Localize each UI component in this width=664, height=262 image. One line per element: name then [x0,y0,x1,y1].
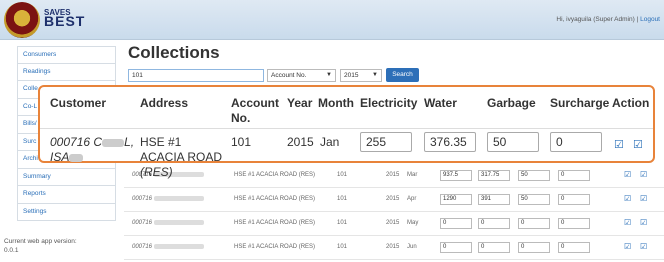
zoom-customer-cell: 000716 C L, ISA [50,135,135,164]
version-label: Current web app version: [4,238,77,245]
sidebar-item-settings[interactable]: Settings [17,203,116,221]
zoom-year-cell: 2015 [287,135,314,149]
filter-year-value: 2015 [344,72,359,79]
account-cell: 101 [337,172,348,178]
app-version: Current web app version: 0.0.1 [4,237,114,255]
logout-link[interactable]: Logout [640,16,660,23]
edit-check-icon[interactable]: ☑ [624,194,631,203]
brand-bottom: BEST [44,13,86,29]
edit-check-icon[interactable]: ☑ [614,138,624,151]
surcharge-input[interactable]: 0 [558,242,590,253]
year-cell: 2015 [386,244,400,250]
edit-check-icon[interactable]: ☑ [624,218,631,227]
garbage-input[interactable]: 50 [518,170,550,181]
customer-cell: 000716 [132,196,205,202]
save-check-icon[interactable]: ☑ [640,194,647,203]
table-row: 000716 HSE #1 ACACIA ROAD (RES) 101 2015… [124,236,664,260]
col-header-electricity: Electricity [360,96,418,110]
dropdown-caret-icon: ▼ [326,72,332,78]
version-number: 0.0.1 [4,247,19,254]
electricity-input[interactable]: 0 [440,218,472,229]
save-check-icon[interactable]: ☑ [640,218,647,227]
filter-field-select[interactable]: Account No. ▼ [267,69,336,82]
zoom-month-cell: Jan [320,135,340,149]
electricity-input[interactable]: 0 [440,242,472,253]
zoom-address-cell: HSE #1 ACACIA ROAD (RES) [140,135,223,179]
col-header-month: Month [318,96,354,110]
zoomed-table-callout: Customer Address Account No. Year Month … [38,85,655,179]
address-cell: HSE #1 ACACIA ROAD (RES) [234,244,316,250]
save-check-icon[interactable]: ☑ [640,170,647,179]
garbage-input[interactable]: 0 [518,242,550,253]
divider [40,128,653,129]
col-header-water: Water [424,96,457,110]
logo-seal-icon[interactable] [4,2,40,38]
col-header-action: Action [612,96,650,110]
zoom-electricity-input[interactable]: 255 [360,132,412,152]
search-input[interactable]: 101 [128,69,264,82]
account-cell: 101 [337,220,348,226]
greeting-text: Hi, ivyaguila (Super Admin) [556,16,635,23]
water-input[interactable]: 0 [478,218,510,229]
redacted-name [102,138,125,147]
customer-cell: 000716 [132,244,205,250]
year-cell: 2015 [386,196,400,202]
water-input[interactable]: 391 [478,194,510,205]
account-cell: 101 [337,196,348,202]
address-cell: HSE #1 ACACIA ROAD (RES) [234,220,316,226]
redacted-name [69,153,84,162]
user-greeting: Hi, ivyaguila (Super Admin) | Logout [556,16,660,23]
col-header-account: Account No. [231,96,279,125]
garbage-input[interactable]: 0 [518,218,550,229]
zoom-surcharge-input[interactable]: 0 [550,132,602,152]
sidebar-item-readings[interactable]: Readings [17,63,116,81]
top-bar: SAVES BEST Hi, ivyaguila (Super Admin) |… [0,0,664,40]
year-cell: 2015 [386,172,400,178]
table-row: 000716 HSE #1 ACACIA ROAD (RES) 101 2015… [124,188,664,212]
dropdown-caret-icon: ▼ [372,72,378,78]
col-header-surcharge: Surcharge [550,96,610,110]
table-row: 000716 HSE #1 ACACIA ROAD (RES) 101 2015… [124,212,664,236]
zoom-garbage-input[interactable]: 50 [487,132,539,152]
water-input[interactable]: 317.75 [478,170,510,181]
edit-check-icon[interactable]: ☑ [624,242,631,251]
address-cell: HSE #1 ACACIA ROAD (RES) [234,172,316,178]
search-button[interactable]: Search [386,68,419,82]
customer-cell: 000716 [132,220,205,226]
col-header-customer: Customer [50,96,107,110]
sidebar-item-summary[interactable]: Summary [17,168,116,186]
save-check-icon[interactable]: ☑ [633,138,643,151]
electricity-input[interactable]: 1290 [440,194,472,205]
greeting-separator: | [636,16,639,23]
sidebar-item-reports[interactable]: Reports [17,186,116,204]
zoom-account-cell: 101 [231,135,252,149]
filter-field-value: Account No. [271,72,307,79]
save-check-icon[interactable]: ☑ [640,242,647,251]
surcharge-input[interactable]: 0 [558,170,590,181]
col-header-garbage: Garbage [487,96,536,110]
col-header-year: Year [287,96,313,110]
zoom-water-input[interactable]: 376.35 [424,132,476,152]
brand-logo: SAVES BEST [44,8,86,29]
garbage-input[interactable]: 50 [518,194,550,205]
filter-year-select[interactable]: 2015 ▼ [340,69,382,82]
sidebar-item-consumers[interactable]: Consumers [17,46,116,64]
surcharge-input[interactable]: 0 [558,194,590,205]
month-cell: Mar [407,172,418,178]
address-cell: HSE #1 ACACIA ROAD (RES) [234,196,316,202]
account-cell: 101 [337,244,348,250]
page-title: Collections [128,43,220,62]
col-header-address: Address [140,96,189,110]
year-cell: 2015 [386,220,400,226]
surcharge-input[interactable]: 0 [558,218,590,229]
edit-check-icon[interactable]: ☑ [624,170,631,179]
month-cell: May [407,220,419,226]
month-cell: Apr [407,196,417,202]
month-cell: Jun [407,244,417,250]
electricity-input[interactable]: 937.5 [440,170,472,181]
water-input[interactable]: 0 [478,242,510,253]
